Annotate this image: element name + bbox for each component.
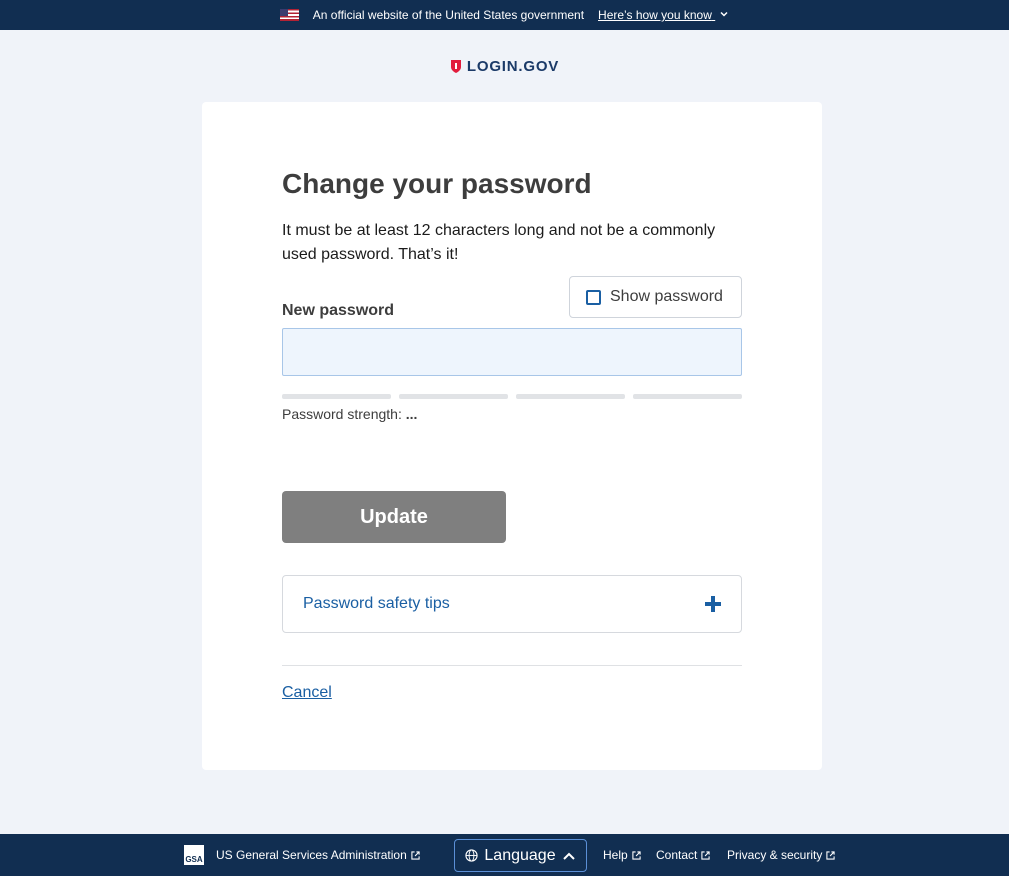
- chevron-up-icon: [562, 852, 575, 860]
- divider: [282, 665, 742, 666]
- gov-banner: An official website of the United States…: [0, 0, 1009, 30]
- help-link[interactable]: Help: [603, 834, 641, 876]
- chevron-down-icon: [720, 11, 728, 17]
- footer: GSA US General Services Administration L…: [0, 834, 1009, 876]
- gsa-link[interactable]: GSA US General Services Administration: [184, 834, 420, 876]
- gov-banner-text: An official website of the United States…: [312, 8, 585, 22]
- help-link-label: Help: [603, 848, 628, 862]
- update-button[interactable]: Update: [282, 491, 506, 543]
- strength-value: ...: [405, 406, 418, 422]
- gsa-logo: GSA: [184, 845, 204, 865]
- external-link-icon: [632, 850, 641, 860]
- checkbox-icon[interactable]: [586, 289, 601, 305]
- privacy-security-link[interactable]: Privacy & security: [727, 834, 835, 876]
- password-safety-tips-accordion[interactable]: Password safety tips: [282, 575, 742, 633]
- heres-how-you-know-link[interactable]: Here’s how you know: [598, 8, 729, 22]
- gsa-link-label: US General Services Administration: [216, 848, 407, 862]
- show-password-toggle[interactable]: Show password: [569, 276, 742, 318]
- globe-icon: [465, 849, 479, 862]
- plus-icon: [705, 596, 721, 612]
- strength-bar: [516, 394, 625, 399]
- new-password-input[interactable]: [282, 328, 742, 376]
- password-strength-text: Password strength: ...: [282, 406, 417, 422]
- cancel-link[interactable]: Cancel: [282, 684, 332, 702]
- us-flag-icon: [279, 9, 299, 21]
- strength-bar: [399, 394, 508, 399]
- change-password-card: Change your password It must be at least…: [202, 102, 822, 770]
- contact-link[interactable]: Contact: [656, 834, 710, 876]
- external-link-icon: [411, 850, 420, 860]
- strength-label: Password strength:: [282, 406, 402, 422]
- page-title: Change your password: [282, 168, 592, 199]
- heres-how-you-know-label: Here’s how you know: [598, 8, 712, 22]
- password-safety-tips-label: Password safety tips: [303, 595, 450, 612]
- language-button[interactable]: Language: [454, 839, 587, 872]
- external-link-icon: [701, 850, 710, 860]
- login-gov-logo[interactable]: LOGIN.GOV: [0, 58, 1009, 75]
- logo-text: LOGIN.GOV: [466, 58, 560, 75]
- show-password-label: Show password: [610, 288, 723, 305]
- new-password-label: New password: [282, 302, 395, 319]
- intro-text: It must be at least 12 characters long a…: [282, 222, 716, 263]
- language-label: Language: [484, 846, 556, 864]
- privacy-security-label: Privacy & security: [727, 848, 823, 862]
- shield-icon: [450, 60, 461, 73]
- strength-bar: [633, 394, 742, 399]
- strength-bar: [282, 394, 391, 399]
- contact-link-label: Contact: [656, 848, 698, 862]
- external-link-icon: [826, 850, 835, 860]
- password-strength-meter: [282, 394, 742, 399]
